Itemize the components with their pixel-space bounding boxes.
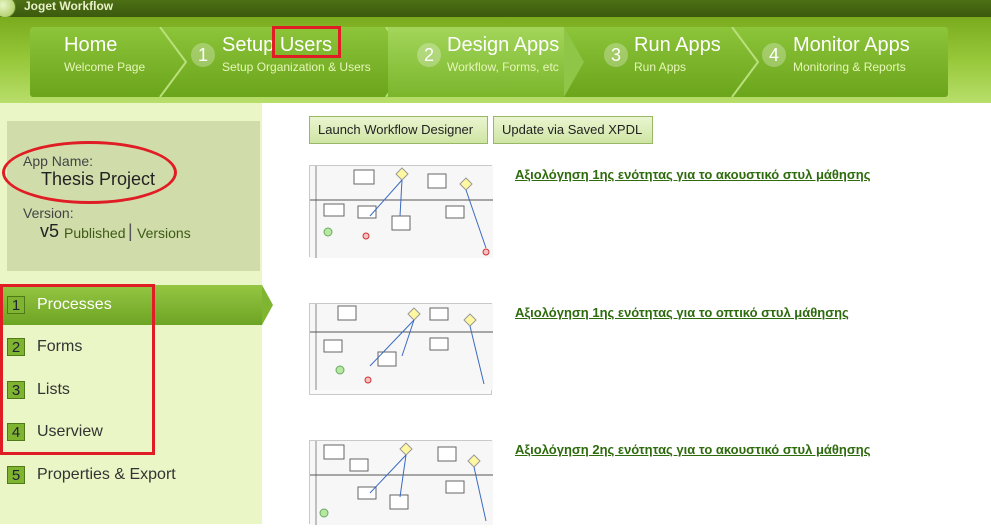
joget-logo-icon	[0, 0, 16, 18]
menu-item-label: Properties & Export	[37, 466, 176, 483]
version-separator: |	[128, 221, 133, 241]
annotation-box-users	[272, 26, 341, 58]
step-number-badge: 1	[191, 43, 215, 67]
nav-step-subtitle: Monitoring & Reports	[793, 60, 906, 74]
step-navigation: Home Welcome Page 1 Setup Users Setup Or…	[0, 17, 991, 103]
app-title: Joget Workflow	[24, 0, 114, 13]
step-number-badge: 2	[417, 43, 441, 67]
nav-step-subtitle: Run Apps	[634, 60, 687, 74]
nav-step-design-apps[interactable]: 2 Design Apps Workflow, Forms, etc	[388, 27, 584, 97]
active-step-arrow-icon	[564, 27, 584, 97]
nav-step-title: Home	[64, 34, 118, 56]
launch-workflow-designer-button[interactable]: Launch Workflow Designer	[309, 116, 488, 144]
step-number-badge: 4	[762, 43, 786, 67]
nav-step-subtitle: Workflow, Forms, etc	[447, 60, 559, 74]
process-link[interactable]: Αξιολόγηση 1ης ενότητας για το οπτικό στ…	[515, 305, 849, 320]
menu-item-number: 5	[7, 466, 25, 484]
annotation-ellipse-app-name	[2, 141, 177, 204]
annotation-box-menu	[0, 284, 155, 455]
top-bar: Joget Workflow	[0, 0, 991, 18]
menu-item-properties-export[interactable]: 5 Properties & Export	[0, 455, 262, 495]
nav-step-subtitle: Welcome Page	[64, 60, 146, 74]
process-diagram-icon	[310, 304, 493, 390]
nav-step-title: Monitor Apps	[793, 34, 910, 56]
step-number-badge: 3	[604, 43, 628, 67]
process-diagram-icon	[310, 441, 493, 525]
nav-step-title: Run Apps	[634, 34, 721, 56]
process-diagram-icon	[310, 166, 493, 258]
process-diagram-thumbnail[interactable]	[309, 440, 493, 525]
nav-step-home[interactable]: Home Welcome Page	[30, 27, 160, 97]
nav-step-monitor-apps[interactable]: 4 Monitor Apps Monitoring & Reports	[760, 27, 948, 97]
version-label: Version:	[23, 205, 74, 221]
update-via-xpdl-button[interactable]: Update via Saved XPDL	[493, 116, 653, 144]
published-link[interactable]: Published	[64, 225, 126, 241]
nav-step-title: Design Apps	[447, 34, 560, 56]
process-diagram-thumbnail[interactable]	[309, 303, 493, 395]
chevron-separator-icon	[159, 27, 188, 97]
nav-step-subtitle: Setup Organization & Users	[222, 60, 371, 74]
active-menu-arrow-icon	[262, 285, 273, 325]
chevron-separator-icon	[731, 27, 760, 97]
version-value: v5	[40, 221, 60, 241]
nav-step-run-apps[interactable]: 3 Run Apps Run Apps	[602, 27, 732, 97]
process-diagram-thumbnail[interactable]	[309, 165, 493, 258]
versions-link[interactable]: Versions	[137, 225, 191, 241]
process-link[interactable]: Αξιολόγηση 2ης ενότητας για το ακουστικό…	[515, 442, 870, 457]
process-link[interactable]: Αξιολόγηση 1ης ενότητας για το ακουστικό…	[515, 167, 870, 182]
